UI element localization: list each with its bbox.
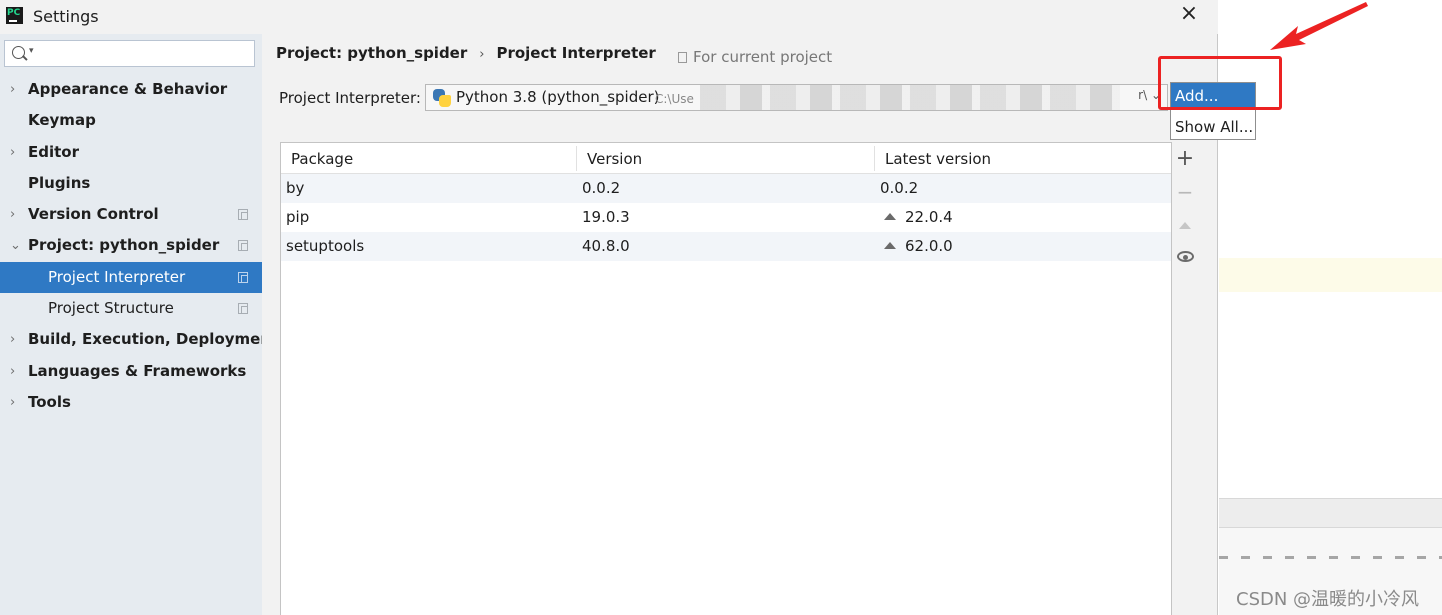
sidebar-item-label: Version Control xyxy=(28,205,159,224)
remove-package-button[interactable]: − xyxy=(1170,179,1200,207)
table-header: Package Version Latest version xyxy=(281,143,1171,174)
watermark: CSDN @温暖的小冷风 xyxy=(1236,589,1420,610)
settings-content: Project: python_spider › Project Interpret… xyxy=(262,34,1217,615)
package-name: pip xyxy=(286,208,310,226)
sidebar-item-label: Languages & Frameworks xyxy=(28,361,247,380)
breadcrumb-parent[interactable]: Project: python_spider xyxy=(276,44,467,62)
sidebar-item-version-control[interactable]: › Version Control xyxy=(0,199,262,230)
sidebar-item-keymap[interactable]: Keymap xyxy=(0,105,262,136)
chevron-right-icon[interactable]: › xyxy=(10,387,15,418)
table-row[interactable]: pip 19.0.3 22.0.4 xyxy=(281,203,1171,232)
sidebar-item-label: Appearance & Behavior xyxy=(28,80,228,98)
latest-version-value: 62.0.0 xyxy=(905,237,953,255)
for-current-project-label: For current project xyxy=(693,48,833,66)
sidebar-item-label: Keymap xyxy=(28,111,96,130)
editor-status-bar xyxy=(1219,498,1442,528)
eye-icon xyxy=(1176,251,1194,262)
package-version: 0.0.2 xyxy=(582,179,621,197)
sidebar-item-languages-frameworks[interactable]: › Languages & Frameworks xyxy=(0,356,262,387)
interpreter-path: C:\Use xyxy=(655,92,694,106)
show-early-releases-button[interactable] xyxy=(1170,244,1200,272)
sidebar-item-build-execution-deployment[interactable]: › Build, Execution, Deployment xyxy=(0,324,278,355)
sidebar-item-project[interactable]: ⌄ Project: python_spider xyxy=(0,230,262,261)
annotation-arrow-icon xyxy=(1270,2,1368,50)
sidebar-item-label: Project Interpreter xyxy=(48,267,186,286)
window-title: Settings xyxy=(33,7,99,26)
sidebar-item-plugins[interactable]: Plugins xyxy=(0,168,262,199)
sidebar-item-project-structure[interactable]: Project Structure xyxy=(0,293,262,324)
package-name: setuptools xyxy=(286,237,365,255)
settings-tree: › Appearance & Behavior Keymap › Editor … xyxy=(0,74,278,418)
column-divider xyxy=(576,146,577,171)
chevron-down-icon[interactable]: ⌄ xyxy=(10,230,21,261)
sidebar-item-label: Plugins xyxy=(28,173,91,192)
editor-current-line xyxy=(1219,258,1442,292)
sidebar-item-label: Editor xyxy=(28,142,79,161)
column-header-latest-version[interactable]: Latest version xyxy=(885,150,991,168)
chevron-right-icon[interactable]: › xyxy=(10,74,15,105)
chevron-right-icon[interactable]: › xyxy=(10,137,15,168)
sidebar-item-label: Project Structure xyxy=(48,299,174,318)
chevron-right-icon[interactable]: › xyxy=(10,356,15,387)
interpreter-select[interactable]: Python 3.8 (python_spider) C:\Use r\ ⌄ xyxy=(425,84,1168,111)
package-latest-version: 62.0.0 xyxy=(880,232,953,261)
settings-dialog: PC Settings × ▾ › Appearance & Behavior … xyxy=(0,0,1218,615)
table-row[interactable]: by 0.0.2 0.0.2 xyxy=(281,174,1171,203)
copy-icon xyxy=(238,271,248,283)
chevron-right-icon[interactable]: › xyxy=(10,199,15,230)
redacted-path xyxy=(700,85,1120,110)
interpreter-name: Python 3.8 (python_spider) xyxy=(456,88,660,106)
copy-icon xyxy=(238,240,248,252)
package-latest-version: 22.0.4 xyxy=(880,203,953,232)
column-header-package[interactable]: Package xyxy=(291,150,353,168)
sidebar-item-editor[interactable]: › Editor xyxy=(0,137,262,168)
latest-version-value: 22.0.4 xyxy=(905,208,953,226)
package-version: 19.0.3 xyxy=(582,208,630,226)
breadcrumb-current: Project Interpreter xyxy=(496,44,656,62)
table-row[interactable]: setuptools 40.8.0 62.0.0 xyxy=(281,232,1171,261)
document-icon xyxy=(678,52,687,63)
breadcrumb-separator: › xyxy=(479,47,485,62)
copy-icon xyxy=(238,303,248,315)
for-current-project-note: For current project xyxy=(678,48,832,66)
sidebar-item-label: Build, Execution, Deployment xyxy=(28,330,279,349)
settings-search-input[interactable]: ▾ xyxy=(4,40,255,67)
copy-icon xyxy=(238,209,248,221)
search-options-chevron-icon[interactable]: ▾ xyxy=(29,46,34,56)
package-latest-version: 0.0.2 xyxy=(880,179,919,197)
package-name: by xyxy=(286,179,305,197)
pycharm-logo-icon: PC xyxy=(6,7,23,24)
add-package-button[interactable]: + xyxy=(1170,146,1200,174)
packages-table: Package Version Latest version by 0.0.2 … xyxy=(280,142,1172,615)
sidebar-item-label: Project: python_spider xyxy=(28,236,220,255)
package-version: 40.8.0 xyxy=(582,237,630,255)
sidebar-item-project-interpreter[interactable]: Project Interpreter xyxy=(0,261,262,294)
editor-obscured-text xyxy=(1219,556,1442,559)
upgrade-icon xyxy=(1179,222,1191,229)
sidebar-item-appearance-behavior[interactable]: › Appearance & Behavior xyxy=(0,74,262,105)
annotation-highlight-box xyxy=(1158,56,1282,110)
sidebar-item-tools[interactable]: › Tools xyxy=(0,387,262,418)
title-bar: PC Settings × xyxy=(0,0,1218,34)
upgrade-available-icon xyxy=(884,213,896,220)
upgrade-package-button[interactable] xyxy=(1170,212,1200,240)
column-header-version[interactable]: Version xyxy=(587,150,642,168)
menu-item-show-all[interactable]: Show All... xyxy=(1171,114,1255,141)
chevron-right-icon[interactable]: › xyxy=(10,324,15,355)
search-icon xyxy=(12,46,25,59)
column-divider xyxy=(874,146,875,171)
breadcrumb: Project: python_spider › Project Interpret… xyxy=(276,44,656,62)
sidebar-item-label: Tools xyxy=(28,392,71,411)
settings-sidebar: ▾ › Appearance & Behavior Keymap › Edito… xyxy=(0,34,278,615)
interpreter-label: Project Interpreter: xyxy=(279,89,421,107)
screenshot: PC Settings × ▾ › Appearance & Behavior … xyxy=(0,0,1442,615)
python-icon xyxy=(433,89,452,108)
close-icon[interactable]: × xyxy=(1178,3,1200,27)
upgrade-available-icon xyxy=(884,242,896,249)
interpreter-path-tail: r\ xyxy=(1138,88,1148,102)
